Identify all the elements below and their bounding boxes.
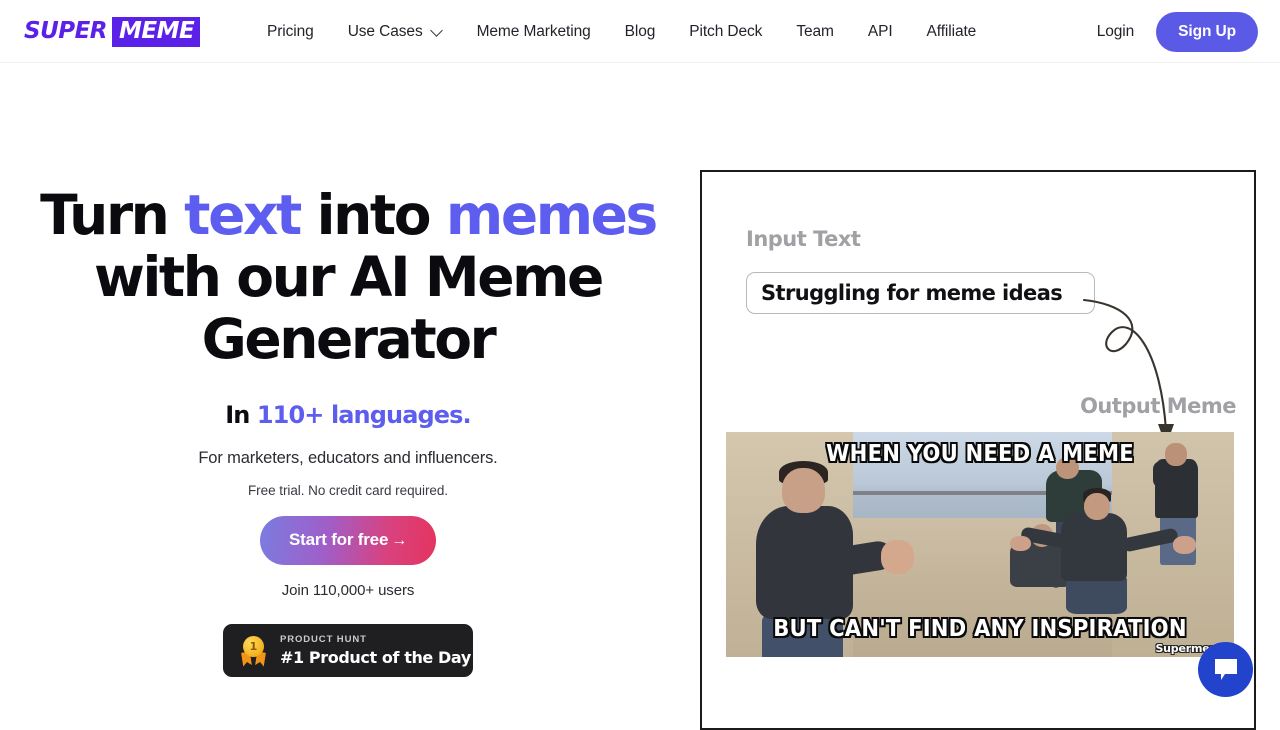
meme-figure-2-head: [1084, 492, 1110, 520]
meme-top-text: WHEN YOU NEED A MEME: [826, 441, 1134, 467]
nav-label: Pitch Deck: [689, 22, 763, 40]
nav-label: Affiliate: [926, 22, 977, 40]
cta-label: Start for free: [288, 530, 389, 549]
languages-prefix: In: [225, 401, 257, 429]
product-hunt-text: PRODUCT HUNT #1 Product of the Day: [280, 635, 471, 666]
meme-text-input-value: Struggling for meme ideas: [761, 281, 1063, 305]
meme-figure-2-hand-left: [1010, 535, 1031, 552]
product-hunt-kicker: PRODUCT HUNT: [280, 634, 367, 646]
meme-figure-2-body: [1061, 513, 1128, 581]
product-hunt-badge[interactable]: 1 PRODUCT HUNT #1 Product of the Day: [223, 624, 473, 677]
headline-line-3: Generator: [201, 307, 497, 371]
header-actions: Login Sign Up: [1075, 0, 1258, 63]
trial-note: Free trial. No credit card required.: [247, 483, 449, 498]
join-users-text: Join 110,000+ users: [281, 582, 415, 599]
demo-panel: Input Text Struggling for meme ideas Out…: [700, 170, 1256, 730]
product-hunt-title: #1 Product of the Day: [280, 647, 471, 667]
nav-item-blog[interactable]: Blog: [608, 23, 673, 41]
nav-item-team[interactable]: Team: [779, 23, 851, 41]
headline-accent-text: text: [184, 183, 302, 247]
nav-label: Use Cases: [347, 22, 423, 40]
output-meme-label: Output Meme: [1080, 394, 1236, 418]
nav-label: API: [867, 22, 893, 40]
headline-line-2: with our AI Meme: [94, 245, 604, 309]
headline-accent-memes: memes: [445, 183, 658, 247]
chat-bubble-icon: [1214, 658, 1237, 680]
nav-label: Pricing: [267, 22, 314, 40]
signup-button[interactable]: Sign Up: [1156, 11, 1258, 52]
meme-bottom-text: BUT CAN'T FIND ANY INSPIRATION: [773, 616, 1187, 642]
main-navigation: Pricing Use Cases Meme Marketing Blog Pi…: [250, 0, 993, 63]
headline-part-1: Turn: [40, 183, 185, 247]
input-text-label: Input Text: [746, 227, 861, 251]
hero-section: Turn text into memes with our AI Meme Ge…: [0, 63, 696, 720]
meme-text-input[interactable]: Struggling for meme ideas: [746, 272, 1095, 314]
nav-label: Blog: [624, 22, 656, 40]
nav-item-affiliate[interactable]: Affiliate: [910, 23, 994, 41]
meme-figure-1-hand: [880, 540, 914, 574]
chevron-down-icon: [432, 25, 443, 36]
medal-icon: 1: [241, 635, 267, 666]
languages-count: 110+ languages.: [256, 401, 472, 429]
nav-item-pitch-deck[interactable]: Pitch Deck: [672, 23, 779, 41]
generated-meme-image: WHEN YOU NEED A MEME BUT CAN'T FIND ANY …: [726, 432, 1234, 657]
headline-part-2: into: [299, 183, 446, 247]
page-title: Turn text into memes with our AI Meme Ge…: [38, 184, 658, 370]
nav-label: Team: [796, 22, 834, 40]
audience-text: For marketers, educators and influencers…: [198, 449, 498, 467]
chat-widget-button[interactable]: [1198, 642, 1253, 697]
meme-figure-1-head: [781, 468, 826, 513]
site-header: SUPER MEME Pricing Use Cases Meme Market…: [0, 0, 1280, 63]
meme-figure-2-leg: [1066, 576, 1128, 615]
logo[interactable]: SUPER MEME: [24, 16, 201, 47]
nav-item-api[interactable]: API: [851, 23, 910, 41]
logo-text-meme: MEME: [112, 16, 201, 47]
meme-figure-2-hand-right: [1173, 535, 1196, 554]
start-for-free-button[interactable]: Start for free →: [259, 516, 437, 565]
nav-item-use-cases[interactable]: Use Cases: [331, 23, 460, 41]
arrow-right-icon: →: [391, 532, 408, 549]
nav-item-meme-marketing[interactable]: Meme Marketing: [460, 23, 608, 41]
nav-item-pricing[interactable]: Pricing: [250, 23, 331, 41]
medal-rank: 1: [243, 635, 264, 657]
logo-text-super: SUPER: [24, 18, 108, 44]
languages-subtitle: In 110+ languages.: [225, 401, 471, 429]
nav-label: Meme Marketing: [476, 22, 591, 40]
login-link[interactable]: Login: [1075, 23, 1156, 41]
